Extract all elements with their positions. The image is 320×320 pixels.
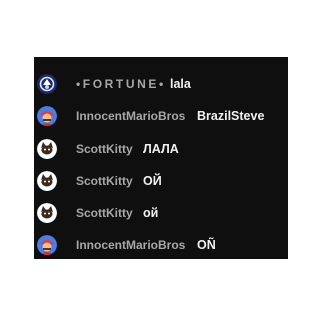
message-text: ОÑ [197,238,216,252]
author-name[interactable]: InnocentMarioBros [76,238,185,252]
kitty-avatar-icon[interactable] [37,171,57,191]
author-name[interactable]: ScottKitty [76,174,133,188]
message-text: ой [143,206,159,220]
author-name[interactable]: •FORTUNE• [76,77,166,91]
chat-message: InnocentMarioBros ОÑ [34,229,288,259]
kitty-avatar-icon[interactable] [37,139,57,159]
message-text: ОЙ [143,174,162,188]
chat-message: InnocentMarioBros BrazilSteve [34,100,288,132]
kitty-avatar-icon[interactable] [37,203,57,223]
author-name[interactable]: ScottKitty [76,142,133,156]
author-name[interactable]: InnocentMarioBros [76,109,185,123]
chat-message: •FORTUNE• lala [34,68,288,100]
live-chat-panel: •FORTUNE• lala InnocentMarioBros BrazilS… [34,57,288,259]
message-text: lala [170,77,191,91]
author-name[interactable]: ScottKitty [76,206,133,220]
chat-message: ScottKitty ой [34,197,288,229]
chat-message: ScottKitty ЛАЛА [34,133,288,165]
mario-avatar-icon[interactable] [37,235,57,255]
chat-message: ScottKitty ОЙ [34,165,288,197]
fortune-avatar-icon[interactable] [37,74,57,94]
mario-avatar-icon[interactable] [37,106,57,126]
message-text: ЛАЛА [143,142,179,156]
message-text: BrazilSteve [197,109,265,123]
